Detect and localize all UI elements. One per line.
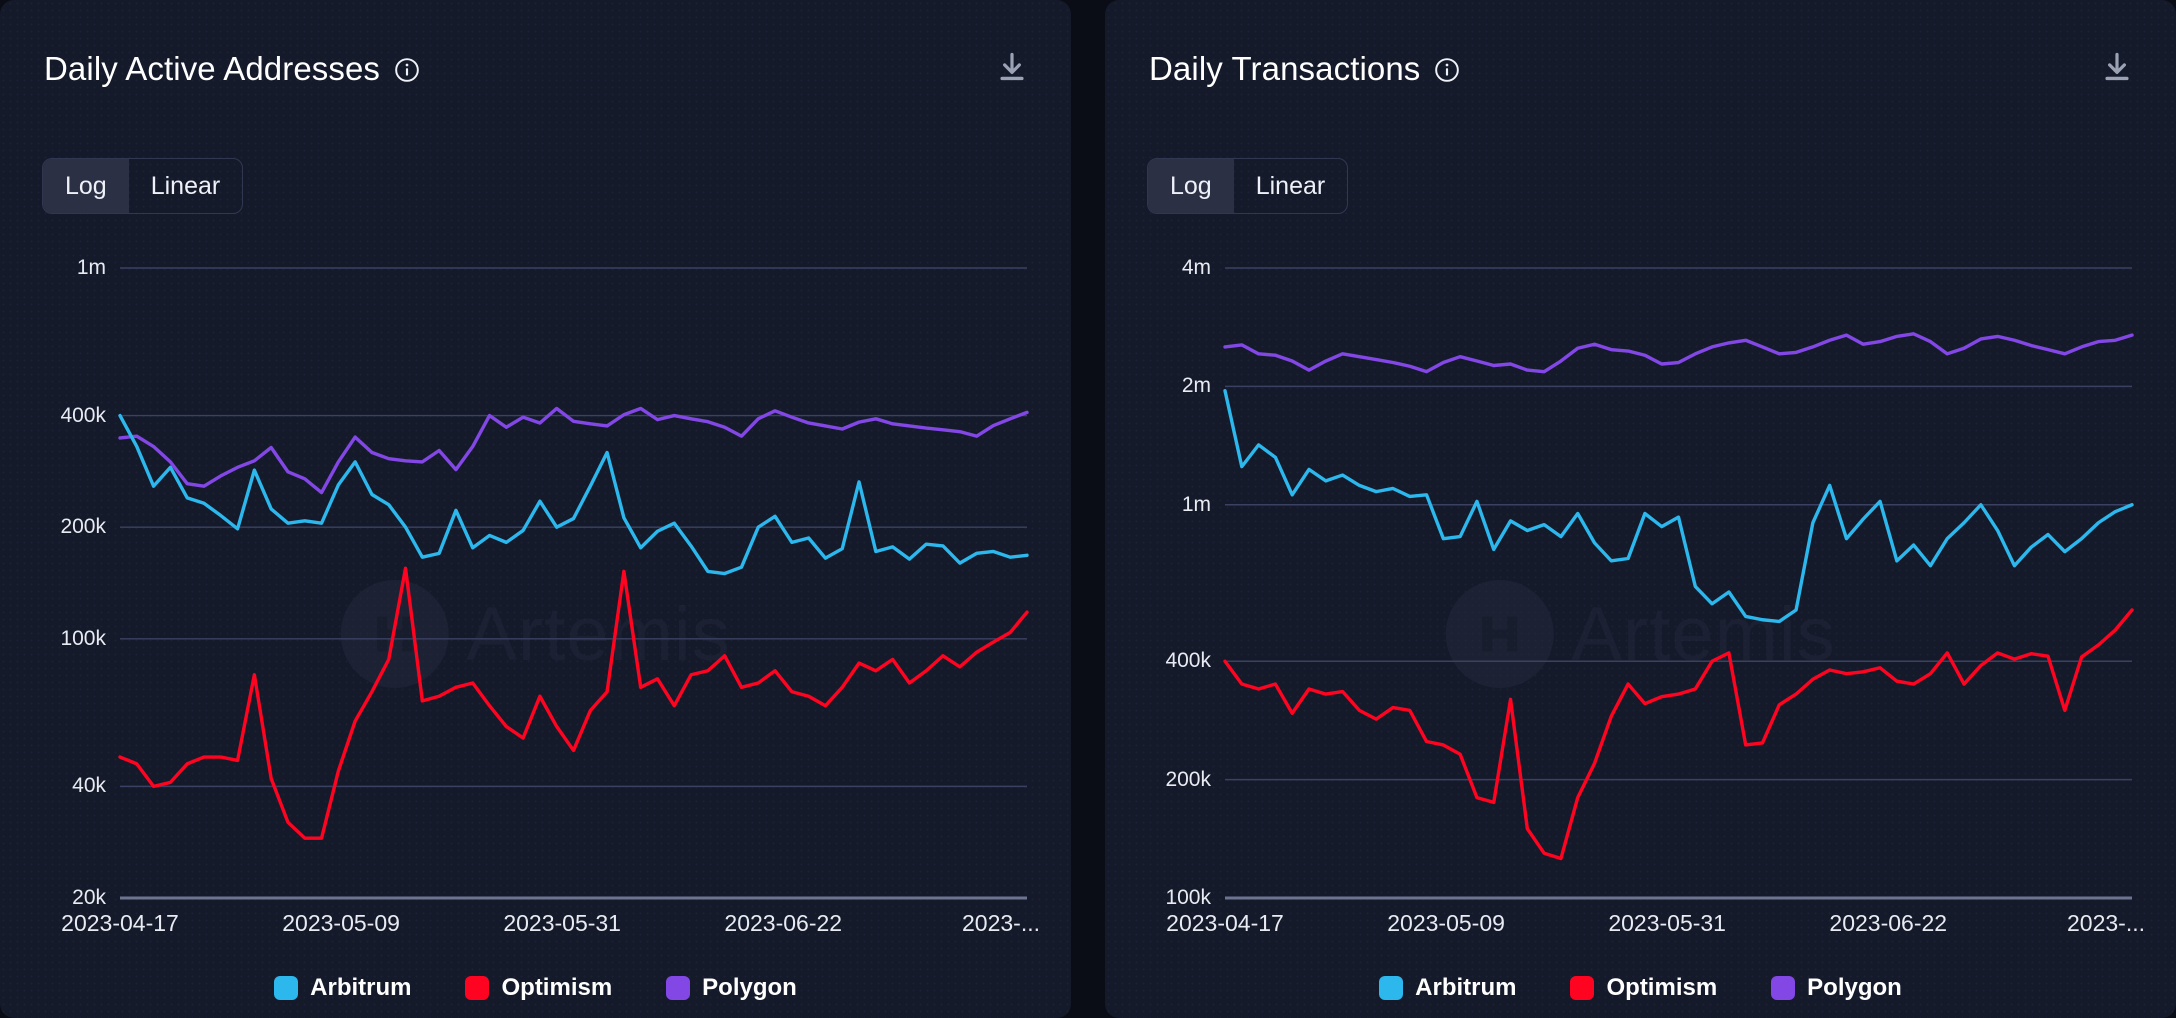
toggle-option-log[interactable]: Log: [43, 159, 129, 213]
series-lines-addresses: [0, 250, 1071, 1018]
y-axis-tick-label: 100k: [60, 627, 106, 651]
y-axis-tick-label: 100k: [1165, 886, 1211, 910]
legend-label-arbitrum: Arbitrum: [1415, 974, 1516, 1002]
legend-item-polygon[interactable]: Polygon: [666, 974, 797, 1002]
series-line-optimism: [120, 568, 1027, 838]
chart-card-daily-transactions: Daily Transactions: [1105, 0, 2176, 1018]
series-line-polygon: [120, 408, 1027, 492]
x-axis-tick-label: 2023-...: [2067, 910, 2145, 937]
y-axis-tick-label: 400k: [60, 404, 106, 428]
chart-card-daily-active-addresses: Daily Active Addresses: [0, 0, 1071, 1018]
scale-toggle-group-addresses[interactable]: Log Linear: [42, 158, 243, 214]
y-axis-tick-label: 200k: [60, 515, 106, 539]
title-group: Daily Transactions: [1149, 52, 1460, 85]
legend-item-polygon[interactable]: Polygon: [1771, 974, 1902, 1002]
legend-label-polygon: Polygon: [1807, 974, 1902, 1002]
legend-item-arbitrum[interactable]: Arbitrum: [274, 974, 411, 1002]
y-axis-tick-label: 2m: [1182, 374, 1211, 398]
plot-area-transactions: Artemis 4m2m1m400k200k100k2023-04-172023…: [1105, 250, 2176, 1018]
y-axis-tick-label: 200k: [1165, 768, 1211, 792]
info-icon[interactable]: [394, 57, 420, 83]
download-icon[interactable]: [997, 52, 1027, 84]
title-group: Daily Active Addresses: [44, 52, 420, 85]
series-line-arbitrum: [120, 416, 1027, 574]
y-axis-tick-label: 40k: [72, 774, 106, 798]
legend-addresses: Arbitrum Optimism Polygon: [0, 974, 1071, 1002]
x-axis-tick-label: 2023-05-31: [1608, 910, 1726, 937]
y-axis-tick-label: 400k: [1165, 649, 1211, 673]
legend-swatch-optimism: [1570, 976, 1594, 1000]
legend-swatch-arbitrum: [274, 976, 298, 1000]
legend-swatch-optimism: [465, 976, 489, 1000]
y-axis-tick-label: 4m: [1182, 256, 1211, 280]
download-icon[interactable]: [2102, 52, 2132, 84]
scale-toggle-group-transactions[interactable]: Log Linear: [1147, 158, 1348, 214]
series-line-optimism: [1225, 610, 2132, 859]
page-title: Daily Transactions: [1149, 52, 1420, 85]
charts-board: Daily Active Addresses: [0, 0, 2176, 1018]
plot-area-addresses: Artemis 1m400k200k100k40k20k2023-04-1720…: [0, 250, 1071, 1018]
legend-label-arbitrum: Arbitrum: [310, 974, 411, 1002]
page-title: Daily Active Addresses: [44, 52, 380, 85]
legend-item-arbitrum[interactable]: Arbitrum: [1379, 974, 1516, 1002]
legend-item-optimism[interactable]: Optimism: [1570, 974, 1717, 1002]
legend-item-optimism[interactable]: Optimism: [465, 974, 612, 1002]
y-axis-tick-label: 20k: [72, 886, 106, 910]
toggle-option-linear[interactable]: Linear: [1234, 159, 1348, 213]
card-header: Daily Transactions: [1149, 52, 2132, 85]
x-axis-tick-label: 2023-04-17: [61, 910, 179, 937]
legend-label-optimism: Optimism: [501, 974, 612, 1002]
legend-swatch-polygon: [666, 976, 690, 1000]
toggle-option-log[interactable]: Log: [1148, 159, 1234, 213]
legend-swatch-polygon: [1771, 976, 1795, 1000]
card-header: Daily Active Addresses: [44, 52, 1027, 85]
info-icon[interactable]: [1434, 57, 1460, 83]
legend-swatch-arbitrum: [1379, 976, 1403, 1000]
x-axis-tick-label: 2023-06-22: [724, 910, 842, 937]
legend-label-optimism: Optimism: [1606, 974, 1717, 1002]
series-line-arbitrum: [1225, 391, 2132, 622]
legend-transactions: Arbitrum Optimism Polygon: [1105, 974, 2176, 1002]
x-axis-tick-label: 2023-05-09: [282, 910, 400, 937]
y-axis-tick-label: 1m: [1182, 493, 1211, 517]
toggle-option-linear[interactable]: Linear: [129, 159, 243, 213]
x-axis-tick-label: 2023-05-31: [503, 910, 621, 937]
x-axis-tick-label: 2023-06-22: [1829, 910, 1947, 937]
series-line-polygon: [1225, 334, 2132, 372]
x-axis-tick-label: 2023-04-17: [1166, 910, 1284, 937]
series-lines-transactions: [1105, 250, 2176, 1018]
x-axis-tick-label: 2023-05-09: [1387, 910, 1505, 937]
x-axis-tick-label: 2023-...: [962, 910, 1040, 937]
legend-label-polygon: Polygon: [702, 974, 797, 1002]
y-axis-tick-label: 1m: [77, 256, 106, 280]
